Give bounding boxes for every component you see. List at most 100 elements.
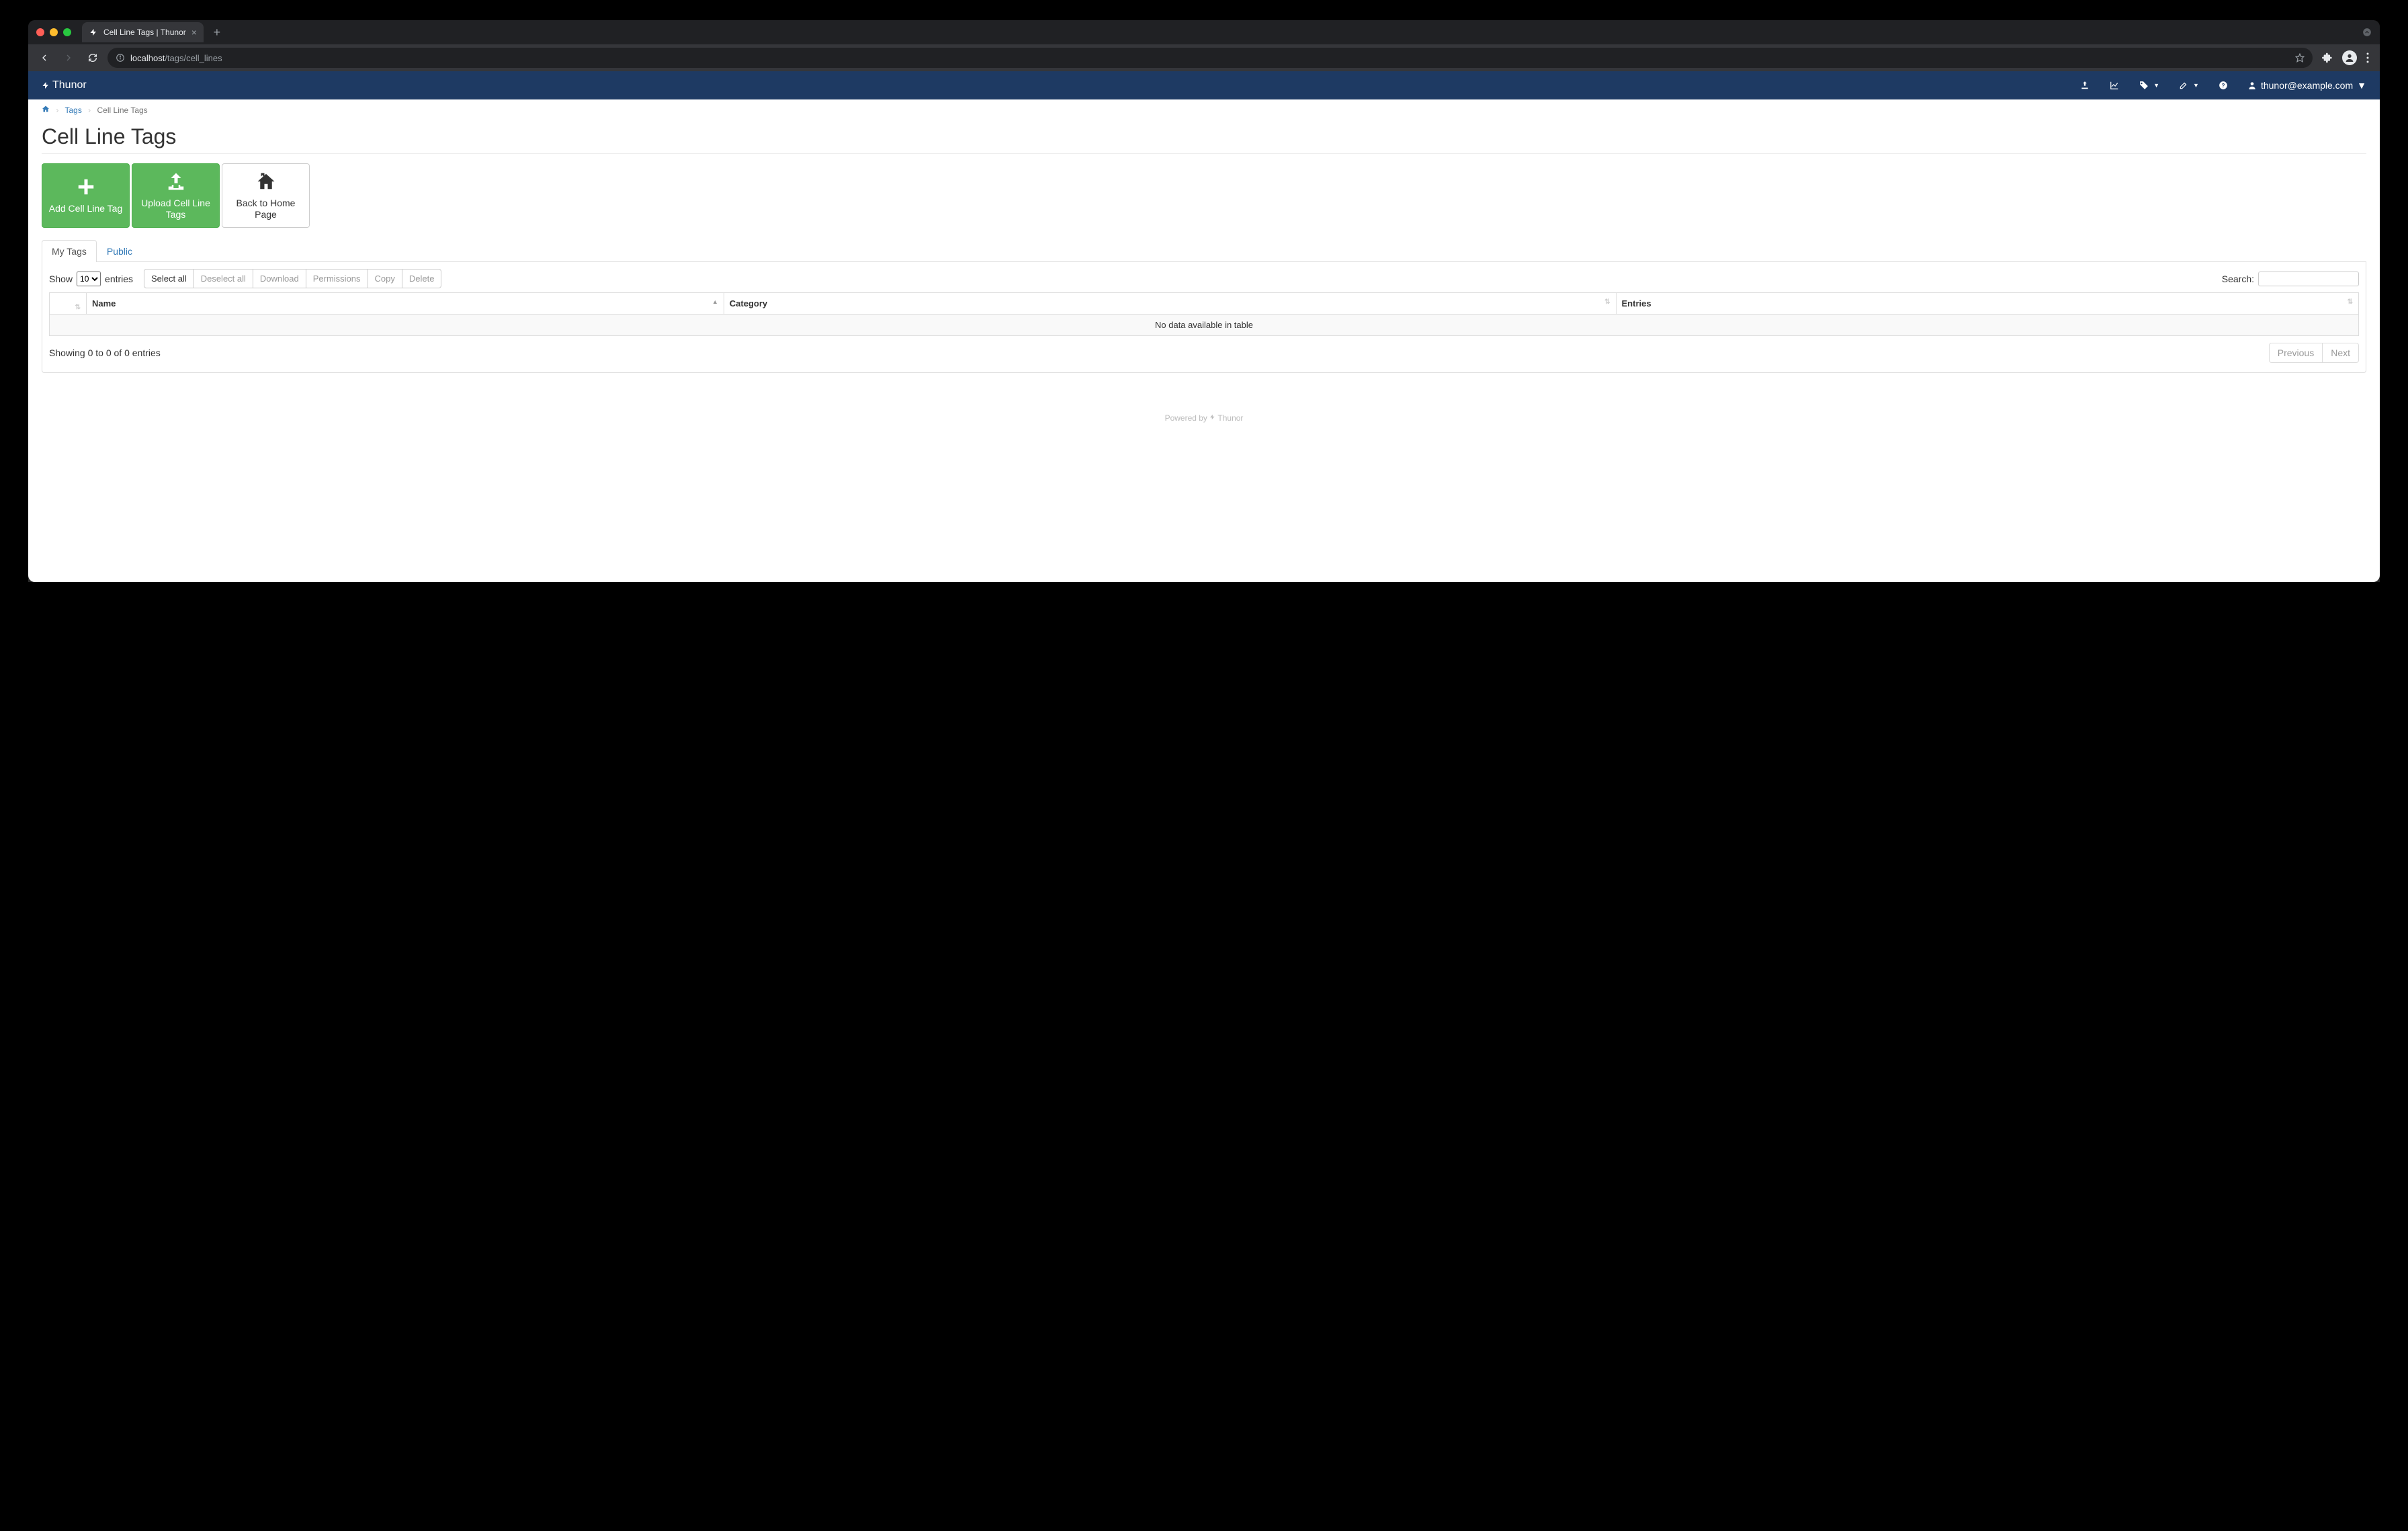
address-bar[interactable]: localhost/tags/cell_lines [108, 48, 2313, 68]
tags-table: Name Category Entries No data available … [49, 292, 2359, 336]
url-host: localhost [130, 53, 165, 63]
deselect-all-button[interactable]: Deselect all [194, 269, 253, 288]
maximize-window-button[interactable] [63, 28, 71, 36]
reload-button[interactable] [83, 52, 102, 63]
footer-brand: Thunor [1217, 413, 1243, 423]
breadcrumb-tags[interactable]: Tags [64, 106, 81, 115]
prev-button[interactable]: Previous [2269, 343, 2323, 363]
caret-down-icon: ▼ [2153, 82, 2159, 89]
upload-button-label: Upload Cell Line Tags [138, 198, 214, 221]
user-email: thunor@example.com [2261, 80, 2353, 91]
nav-chart[interactable] [2109, 81, 2120, 90]
bookmark-star-icon[interactable] [2295, 53, 2305, 63]
breadcrumb-sep: › [56, 106, 58, 115]
data-panel: Show 10 entries Select all Deselect all … [42, 262, 2366, 373]
upload-cell-line-tags-button[interactable]: Upload Cell Line Tags [132, 163, 220, 228]
browser-window: Cell Line Tags | Thunor × + [0, 0, 2408, 619]
nav-upload[interactable] [2079, 81, 2090, 90]
window-menu-icon[interactable] [2362, 28, 2372, 37]
breadcrumb-sep: › [88, 106, 91, 115]
nav-tags[interactable]: ▼ [2139, 81, 2159, 90]
tab-public-label: Public [107, 246, 132, 257]
new-tab-button[interactable]: + [208, 26, 226, 40]
delete-button[interactable]: Delete [402, 269, 442, 288]
user-icon [2247, 81, 2257, 90]
browser-tab[interactable]: Cell Line Tags | Thunor × [82, 22, 204, 42]
window-controls [36, 28, 71, 36]
nav-edit[interactable]: ▼ [2178, 81, 2199, 90]
tab-favicon-bolt-icon [89, 28, 98, 37]
show-label: Show [49, 274, 73, 284]
datatable-top: Show 10 entries Select all Deselect all … [49, 269, 2359, 288]
tab-strip: Cell Line Tags | Thunor × + [82, 22, 226, 42]
app-brand[interactable]: Thunor [42, 79, 87, 91]
url-path: /tags/cell_lines [165, 53, 222, 63]
toolbar-buttons: Select all Deselect all Download Permiss… [144, 269, 442, 288]
caret-down-icon: ▼ [2357, 80, 2366, 91]
upload-icon [165, 171, 187, 192]
close-tab-icon[interactable]: × [191, 27, 197, 38]
plus-icon [76, 176, 96, 198]
app-navbar: Thunor ▼ ▼ [28, 71, 2380, 99]
next-button[interactable]: Next [2323, 343, 2359, 363]
tab-public[interactable]: Public [97, 240, 142, 262]
page-footer: Powered by Thunor [28, 386, 2380, 443]
profile-avatar-icon[interactable] [2342, 50, 2357, 65]
window-titlebar: Cell Line Tags | Thunor × + [28, 20, 2380, 44]
user-menu[interactable]: thunor@example.com ▼ [2247, 80, 2366, 91]
download-button[interactable]: Download [253, 269, 306, 288]
help-icon: ? [2218, 81, 2229, 90]
nav-help[interactable]: ? [2218, 81, 2229, 90]
back-button[interactable] [35, 52, 54, 63]
browser-toolbar: localhost/tags/cell_lines [28, 44, 2380, 71]
upload-icon [2079, 81, 2090, 90]
datatable-pager: Previous Next [2269, 343, 2359, 363]
breadcrumb-current: Cell Line Tags [97, 106, 148, 115]
home-icon [255, 171, 277, 192]
tabs: My Tags Public [42, 240, 2366, 262]
search-input[interactable] [2258, 272, 2359, 286]
close-window-button[interactable] [36, 28, 44, 36]
nav-right: ▼ ▼ ? thunor@example.com ▼ [2079, 80, 2366, 91]
breadcrumb: › Tags › Cell Line Tags [28, 99, 2380, 120]
action-row: Add Cell Line Tag Upload Cell Line Tags … [42, 163, 2366, 228]
select-all-button[interactable]: Select all [144, 269, 194, 288]
datatable-info: Showing 0 to 0 of 0 entries [49, 347, 161, 358]
add-button-label: Add Cell Line Tag [49, 203, 122, 215]
page-title: Cell Line Tags [42, 124, 2366, 154]
footer-prefix: Powered by [1165, 413, 1210, 423]
column-entries[interactable]: Entries [1616, 293, 2358, 315]
tab-my-tags-label: My Tags [52, 246, 87, 257]
tab-my-tags[interactable]: My Tags [42, 240, 97, 262]
edit-icon [2178, 81, 2189, 90]
minimize-window-button[interactable] [50, 28, 58, 36]
column-category[interactable]: Category [724, 293, 1616, 315]
home-button-label: Back to Home Page [228, 198, 304, 221]
column-name[interactable]: Name [87, 293, 724, 315]
browser-chrome: Cell Line Tags | Thunor × + [28, 20, 2380, 582]
search-label: Search: [2222, 274, 2254, 284]
table-empty-row: No data available in table [50, 315, 2359, 336]
bolt-icon [1209, 413, 1217, 423]
tab-title: Cell Line Tags | Thunor [103, 28, 186, 37]
no-data-text: No data available in table [50, 315, 2359, 336]
info-icon [116, 53, 125, 63]
page-content: Thunor ▼ ▼ [28, 71, 2380, 582]
bolt-icon [42, 81, 50, 90]
svg-text:?: ? [2221, 83, 2225, 89]
copy-button[interactable]: Copy [368, 269, 402, 288]
extensions-icon[interactable] [2322, 52, 2333, 63]
length-select[interactable]: 10 [77, 272, 101, 286]
forward-button[interactable] [59, 52, 78, 63]
entries-label: entries [105, 274, 133, 284]
line-chart-icon [2109, 81, 2120, 90]
permissions-button[interactable]: Permissions [306, 269, 368, 288]
add-cell-line-tag-button[interactable]: Add Cell Line Tag [42, 163, 130, 228]
breadcrumb-home[interactable] [42, 106, 52, 115]
tags-icon [2139, 81, 2149, 90]
datatable-bottom: Showing 0 to 0 of 0 entries Previous Nex… [49, 343, 2359, 363]
browser-menu-icon[interactable] [2366, 52, 2369, 63]
column-checkbox[interactable] [50, 293, 87, 315]
back-to-home-button[interactable]: Back to Home Page [222, 163, 310, 228]
brand-text: Thunor [52, 79, 87, 91]
